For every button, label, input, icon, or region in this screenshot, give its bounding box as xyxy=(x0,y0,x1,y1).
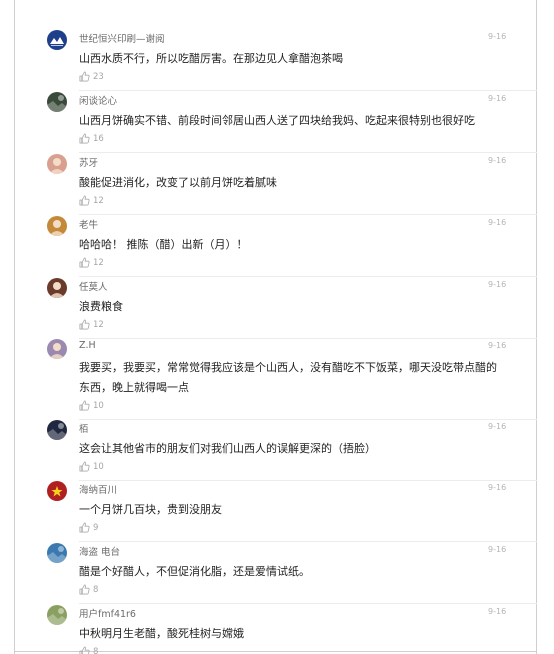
comment-text: 我要买，我要买，常常觉得我应该是个山西人，没有醋吃不下饭菜，哪天没吃带点醋的东西… xyxy=(79,361,497,394)
comment-text: 哈哈哈！ 推陈（醋）出新（月）！ xyxy=(79,238,248,251)
like-count: 10 xyxy=(93,461,104,472)
like-button[interactable]: 16 xyxy=(79,133,104,144)
like-button[interactable]: 9 xyxy=(79,522,98,533)
comment-divider xyxy=(79,90,537,91)
thumbs-up-icon xyxy=(79,584,93,595)
thumbs-up-icon xyxy=(79,257,93,268)
like-button[interactable]: 8 xyxy=(79,646,98,654)
like-button[interactable]: 23 xyxy=(79,71,104,82)
comment-text: 一个月饼几百块，贵到没朋友 xyxy=(79,503,222,516)
comment-username[interactable]: 苏牙 xyxy=(79,155,98,169)
comment-username[interactable]: Z.H xyxy=(79,340,96,351)
comments-panel: 世纪恒兴印刷—谢阅 9-16 山西水质不行，所以吃醋厉害。在那边见人拿醋泡茶喝 23 闲… xyxy=(0,0,554,654)
like-count: 8 xyxy=(93,646,99,654)
comment-text: 山西月饼确实不错、前段时间邻居山西人送了四块给我妈、吃起来很特别也很好吃 xyxy=(79,114,475,127)
avatar[interactable] xyxy=(47,481,67,501)
thumbs-up-icon xyxy=(79,646,93,654)
comment-text: 这会让其他省市的朋友们对我们山西人的误解更深的（捂脸） xyxy=(79,442,376,455)
comment-divider xyxy=(79,276,537,277)
thumbs-up-icon xyxy=(79,400,93,411)
comment-divider xyxy=(79,480,537,481)
comment-divider xyxy=(79,152,537,153)
comment-divider xyxy=(79,419,537,420)
comment-divider xyxy=(79,541,537,542)
like-count: 12 xyxy=(93,195,104,206)
comment-text: 中秋明月生老醋，酸死桂树与嫦娥 xyxy=(79,627,244,640)
like-count: 23 xyxy=(93,71,104,82)
comment-username[interactable]: 闲谈论心 xyxy=(79,93,117,107)
avatar[interactable] xyxy=(47,154,67,174)
avatar[interactable] xyxy=(47,420,67,440)
panel-right-border xyxy=(536,0,537,654)
avatar[interactable] xyxy=(47,92,67,112)
thumbs-up-icon xyxy=(79,461,93,472)
comment-username[interactable]: 用户fmf41r6 xyxy=(79,606,136,620)
like-button[interactable]: 10 xyxy=(79,461,104,472)
thumbs-up-icon xyxy=(79,133,93,144)
comment-text: 山西水质不行，所以吃醋厉害。在那边见人拿醋泡茶喝 xyxy=(79,52,343,65)
like-button[interactable]: 10 xyxy=(79,400,104,411)
thumbs-up-icon xyxy=(79,195,93,206)
comment-date: 9-16 xyxy=(488,545,507,554)
like-button[interactable]: 12 xyxy=(79,257,104,268)
comment-date: 9-16 xyxy=(488,156,507,165)
like-button[interactable]: 12 xyxy=(79,319,104,330)
avatar[interactable] xyxy=(47,278,67,298)
like-count: 8 xyxy=(93,584,99,595)
comment-date: 9-16 xyxy=(488,607,507,616)
comment-text: 酸能促进消化，改变了以前月饼吃着腻味 xyxy=(79,176,277,189)
like-count: 12 xyxy=(93,257,104,268)
comment-divider xyxy=(79,338,537,339)
avatar[interactable] xyxy=(47,543,67,563)
thumbs-up-icon xyxy=(79,71,93,82)
avatar[interactable] xyxy=(47,30,67,50)
comment-date: 9-16 xyxy=(488,94,507,103)
comment-date: 9-16 xyxy=(488,218,507,227)
comment-divider xyxy=(79,214,537,215)
comment-date: 9-16 xyxy=(488,32,507,41)
like-count: 16 xyxy=(93,133,104,144)
comment-username[interactable]: 栢 xyxy=(79,421,89,435)
comment-date: 9-16 xyxy=(488,341,507,350)
like-count: 10 xyxy=(93,400,104,411)
comment-username[interactable]: 海纳百川 xyxy=(79,482,117,496)
comment-divider xyxy=(79,603,537,604)
comment-date: 9-16 xyxy=(488,280,507,289)
avatar[interactable] xyxy=(47,605,67,625)
comment-username[interactable]: 任莫人 xyxy=(79,279,108,293)
avatar[interactable] xyxy=(47,339,67,359)
comment-username[interactable]: 海盗 电台 xyxy=(79,544,120,558)
thumbs-up-icon xyxy=(79,522,93,533)
thumbs-up-icon xyxy=(79,319,93,330)
comment-username[interactable]: 老牛 xyxy=(79,217,98,231)
comment-date: 9-16 xyxy=(488,422,507,431)
like-button[interactable]: 8 xyxy=(79,584,98,595)
avatar[interactable] xyxy=(47,216,67,236)
like-count: 12 xyxy=(93,319,104,330)
like-count: 9 xyxy=(93,522,99,533)
panel-left-border xyxy=(14,0,15,654)
comment-date: 9-16 xyxy=(488,483,507,492)
comment-text: 醋是个好醋人，不但促消化脂，还是爱情试纸。 xyxy=(79,565,310,578)
comment-username[interactable]: 世纪恒兴印刷—谢阅 xyxy=(79,31,165,45)
like-button[interactable]: 12 xyxy=(79,195,104,206)
comment-text: 浪费粮食 xyxy=(79,300,123,313)
